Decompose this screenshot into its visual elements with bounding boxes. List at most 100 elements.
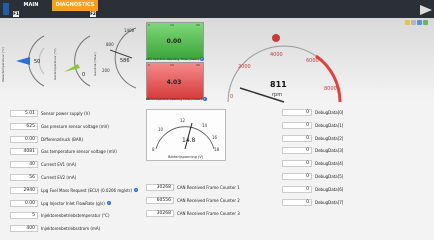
lpg-injector-value: 0.00 [166,38,182,45]
battery-tick-label: 16 [212,135,218,140]
sensor-label: Differenzdruck (BAR) [41,136,83,142]
sensor-row: 625 Gas pressure sensor voltage (mV) [10,122,138,136]
gas-temp-value: 0 [82,72,85,78]
debug-row: 0 DebugData[4] [282,160,343,173]
battery-value: 14.8 [182,137,196,144]
save-icon[interactable] [405,20,410,25]
info-icon[interactable] [423,20,428,25]
debug-label: DebugData[1] [315,122,344,128]
can-counter-row: 30268 CAN Received Frame Counter 3 [146,209,240,223]
debug-value: 0 [282,172,312,180]
debug-label: DebugData[6] [315,186,344,192]
sensor-label: Current EV2 (mA) [41,174,77,180]
water-temp-label: Watertemperatuur (°C) [1,47,5,82]
debug-list: 0 DebugData[0] 0 DebugData[1] 0 DebugData[2] 0… [282,109,343,211]
rpm-warning-light [272,34,280,42]
sensor-label: Gas temperature sensor voltage (mV) [41,149,117,155]
water-temp-value: 50 [34,59,40,65]
sensor-value: 0.00 [10,199,38,207]
sensor-row: 4081 Gas temperature sensor voltage (mV) [10,148,138,161]
rpm-tick-label: 4000 [270,52,283,58]
sensor-row: 5 Injektorenbetriebstemperatur (°C) [10,212,138,225]
petrol-caption-text: Petrol Injectors Opening Time (msec) [146,97,202,101]
rpm-tick-label: 8000 [324,86,337,92]
tab-diagnostics[interactable]: DIAGNOSTICS [52,0,98,11]
sensor-label: Injektorenbetriebstemperatur (°C) [41,213,110,219]
debug-row: 0 DebugData[6] [282,185,344,199]
sensor-row: 40 Current EV1 (mA) [10,161,138,174]
settings-icon[interactable] [417,20,422,25]
help-icon[interactable]: ? [202,97,207,101]
sensor-value: 5 [10,212,38,220]
sensor-value: 5.01 [10,110,38,117]
app-logo [3,3,9,15]
debug-row: 0 DebugData[5] [282,172,344,186]
can-counter-label: CAN Received Frame Counter 2 [177,197,240,203]
can-counter-label: CAN Received Frame Counter 1 [177,185,240,190]
battery-tick-label: 10 [158,127,164,132]
gas-temp-gauge: 0 [64,35,91,87]
debug-label: DebugData[3] [315,148,344,154]
help-icon[interactable]: ? [199,57,204,61]
battery-tick-label: 12 [180,118,186,123]
lpg-injector-caption: LPG Injectors Opening Time (msec) ? [146,57,204,61]
sensor-label: Current EV1 (mA) [41,162,77,168]
sensor-label: Gas pressure sensor voltage (mV) [41,123,109,129]
toolbar-icons [404,20,430,26]
gas-pressure-label: Gasdruk (mbar) [93,52,97,76]
rpm-tick-label: 0 [230,94,233,100]
debug-value: 0 [282,160,312,168]
lpg-scale-10: 10 [170,23,174,27]
debug-value: 0 [282,147,312,155]
svg-text:1400: 1400 [124,28,135,33]
help-icon[interactable]: ? [134,188,139,193]
sensor-row: 0.00 Differenzdruck (BAR) [10,135,138,149]
help-icon[interactable]: ? [106,201,111,206]
lpg-scale-0: 0 [148,23,150,27]
can-counter-value: 30268 [146,209,174,217]
can-counter-value: 60556 [146,196,174,204]
rpm-tick-label: 2000 [238,64,251,70]
can-counter-value: 30268 [146,184,174,191]
tab-main[interactable]: MAIN [12,0,50,11]
debug-row: 0 DebugData[1] [282,121,344,135]
battery-tick-label: 8 [152,147,155,152]
sensor-row: 400 Injektorenbetriebsstrom (mA) [10,225,138,238]
lpg-caption-text: LPG Injectors Opening Time (msec) [146,57,199,61]
sensor-value: 4081 [10,148,38,156]
tab-main-hotkey: F1 [13,11,19,17]
debug-label: DebugData[2] [315,135,344,141]
petrol-scale-10: 10 [170,63,174,67]
can-counter-label: CAN Received Frame Counter 3 [177,210,240,216]
sensor-value: 2940 [10,186,38,194]
debug-label: DebugData[7] [315,199,344,205]
petrol-scale-0: 0 [148,63,150,67]
sensor-row: 0.00 Lpg Injector Inlet FlowRate (g/s)? [10,199,138,213]
battery-tick-label: 18 [214,147,220,152]
can-counter-row: 30268 CAN Received Frame Counter 1 [146,184,240,197]
debug-value: 0 [282,198,312,206]
debug-value: 0 [282,121,312,129]
rpm-tick-label: 6000 [306,58,319,64]
next-arrow-icon[interactable] [418,4,434,16]
sensor-label: Injektorenbetriebsstrom (mA) [41,226,101,232]
tab-diag-hotkey: F2 [90,11,96,17]
battery-tick-label: 14 [202,123,208,128]
debug-label: DebugData[0] [315,110,344,115]
sensor-value: 0.00 [10,135,38,143]
petrol-scale-20: 20 [196,63,200,67]
debug-row: 0 DebugData[7] [282,198,344,212]
sensor-list: 5.01 Sensor power supply (V) 625 Gas pressu… [10,110,139,238]
rpm-gauge: 0 2000 4000 6000 8000 [227,34,342,103]
can-list: 30268 CAN Received Frame Counter 1 60556 CA… [146,184,240,222]
debug-row: 0 DebugData[0] [282,109,343,122]
svg-text:200: 200 [102,68,110,73]
debug-label: DebugData[5] [315,173,344,179]
petrol-injector-caption: Petrol Injectors Opening Time (msec) ? [146,97,207,101]
debug-label: DebugData[4] [315,161,344,167]
gas-temp-label: Gastemperatuur (°C) [53,48,57,80]
sensor-row: 2940 Lpg Fuel Mass Request (ECU) (0.0206 … [10,186,139,200]
sensor-label: Lpg Injector Inlet FlowRate (g/s) [41,200,105,206]
print-icon[interactable] [411,20,416,25]
gas-pressure-gauge: 1400 800 200 586 [102,27,137,89]
